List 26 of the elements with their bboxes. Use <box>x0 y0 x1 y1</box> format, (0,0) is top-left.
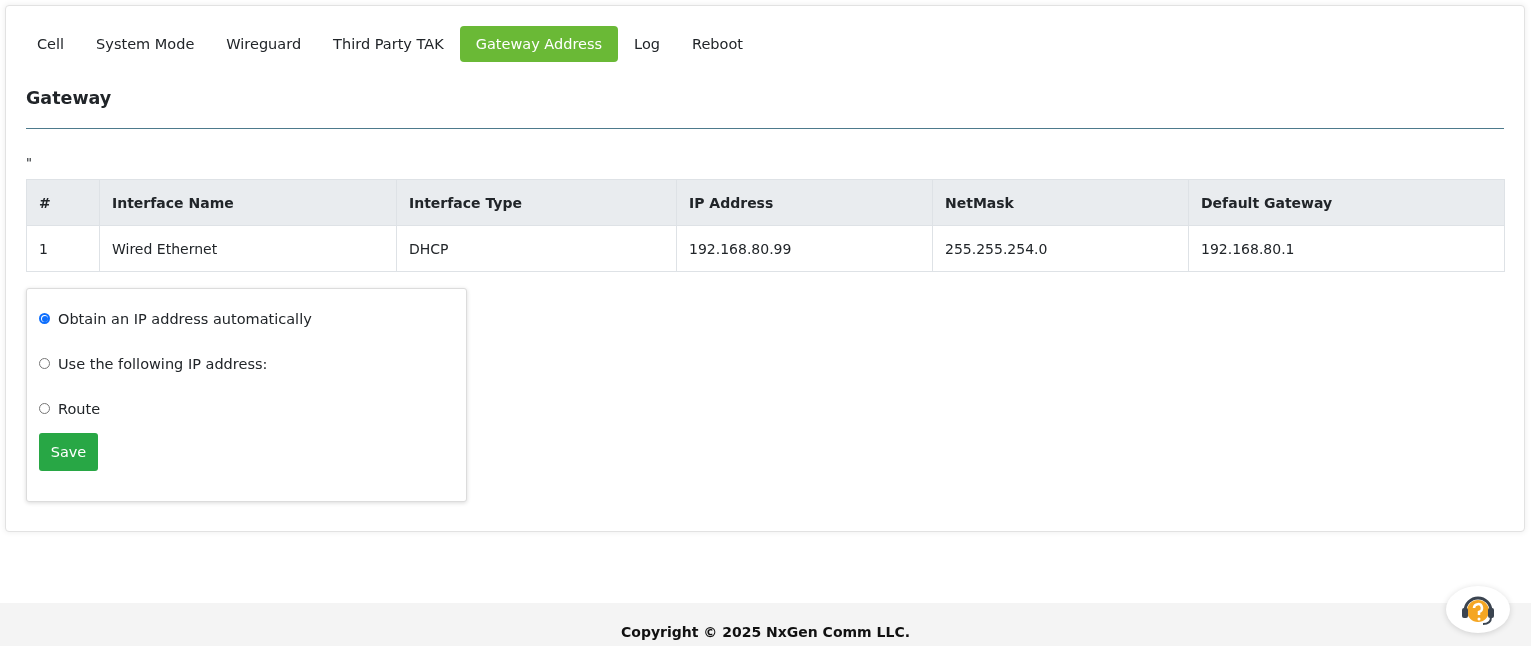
radio-label: Route <box>58 400 101 417</box>
radio-button[interactable] <box>39 313 50 324</box>
radio-label: Use the following IP address: <box>58 355 268 372</box>
column-header: NetMask <box>932 179 1189 226</box>
table-cell: DHCP <box>396 225 677 272</box>
copyright-text: Copyright © 2025 NxGen Comm LLC. <box>621 624 910 642</box>
column-header: # <box>26 179 100 226</box>
nav-tab[interactable]: Third Party TAK <box>317 26 460 62</box>
nav-tab[interactable]: Cell <box>21 26 81 62</box>
column-header: IP Address <box>676 179 933 226</box>
column-header: Interface Name <box>99 179 397 226</box>
table-cell: 1 <box>26 225 100 272</box>
nav-tab[interactable]: Wireguard <box>210 26 318 62</box>
table-cell: Wired Ethernet <box>99 225 397 272</box>
nav-tab[interactable]: System Mode <box>80 26 211 62</box>
radio-label: Obtain an IP address automatically <box>58 310 312 327</box>
nav-tab[interactable]: Reboot <box>676 26 759 62</box>
table-cell: 255.255.254.0 <box>932 225 1189 272</box>
section-heading: Gateway <box>26 88 113 110</box>
table-cell: 192.168.80.1 <box>1188 225 1505 272</box>
nav-tab[interactable]: Log <box>618 26 676 62</box>
table-cell: 192.168.80.99 <box>676 225 933 272</box>
column-header: Default Gateway <box>1188 179 1505 226</box>
help-button[interactable] <box>1446 586 1510 633</box>
stray-text: " <box>26 155 32 170</box>
column-header: Interface Type <box>396 179 677 226</box>
